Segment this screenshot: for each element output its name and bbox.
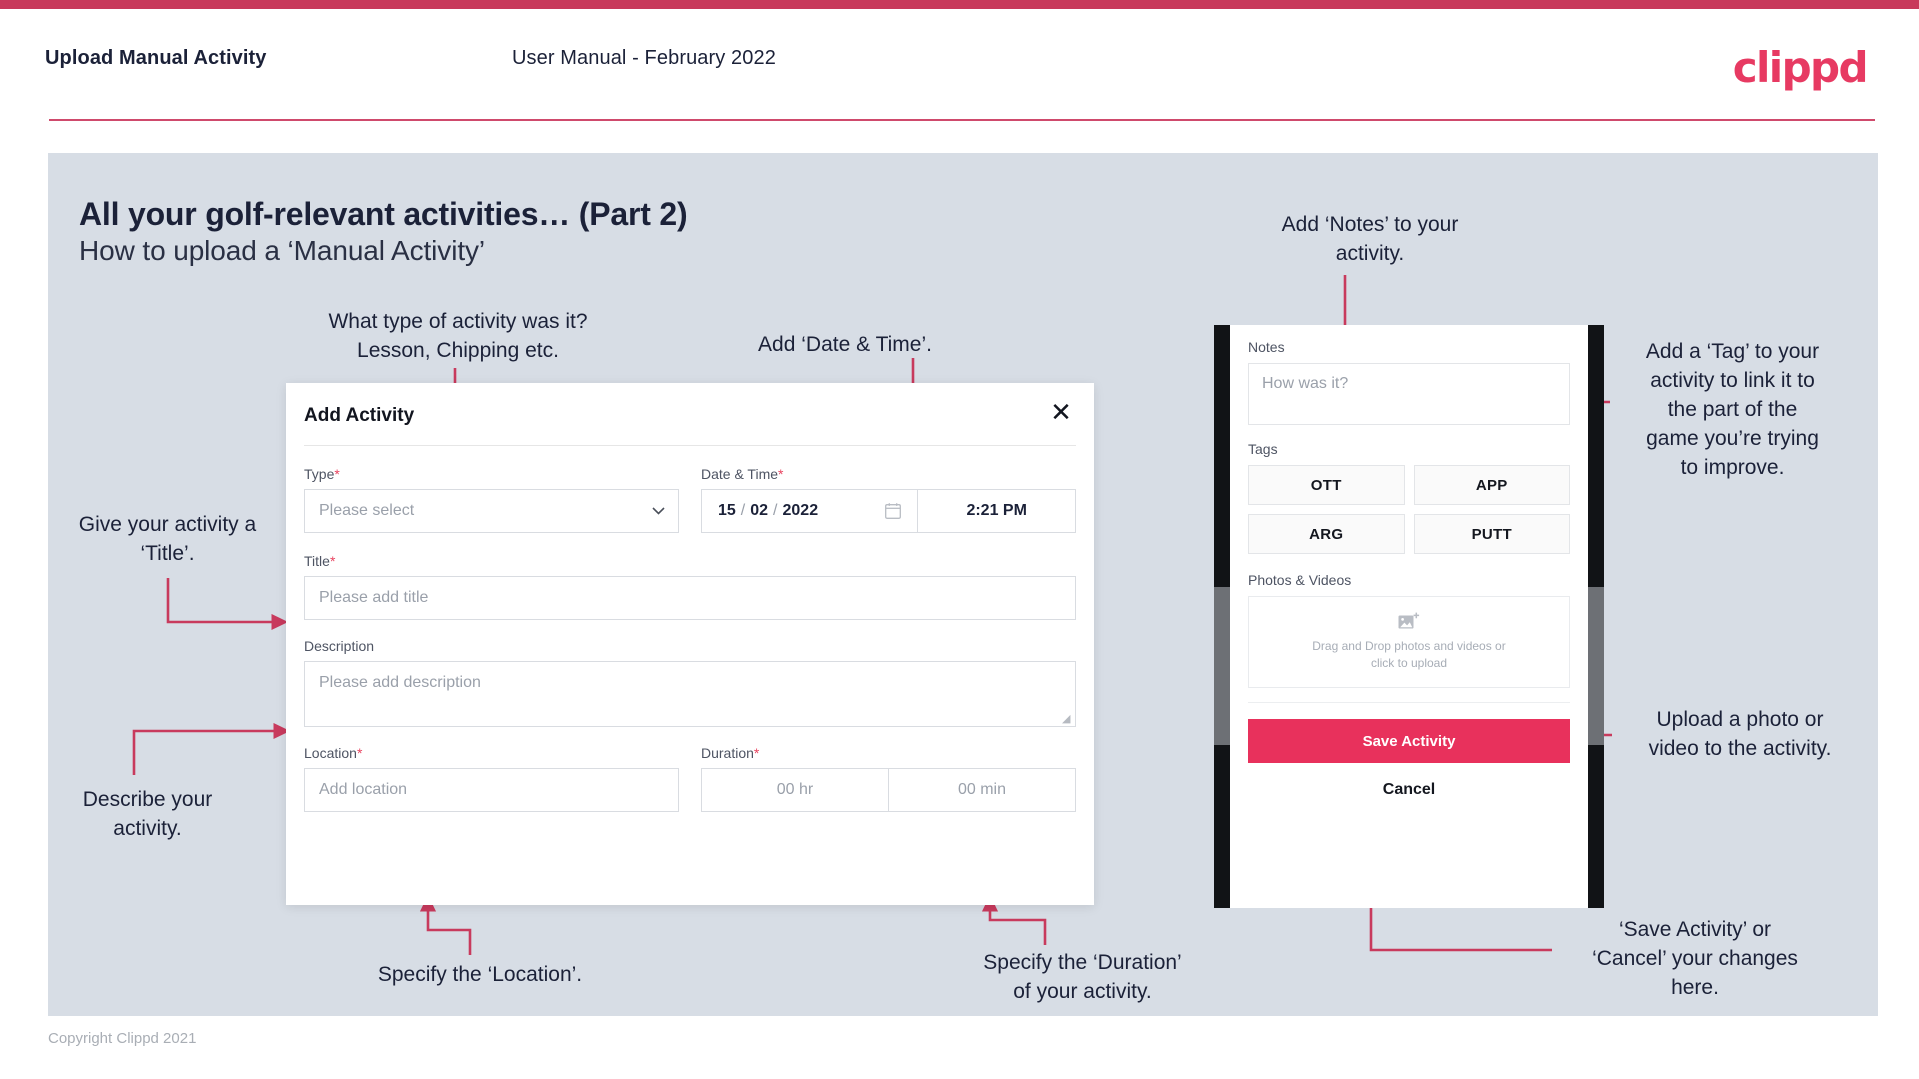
description-textarea[interactable]: Please add description ◢ [304,661,1076,727]
duration-field-group: Duration* 00 hr 00 min [701,745,1076,812]
duration-minutes-input[interactable]: 00 min [889,769,1075,811]
annotation-location-hint: Specify the ‘Location’. [377,963,583,986]
calendar-icon[interactable] [885,503,902,520]
tag-button-arg[interactable]: ARG [1248,514,1405,554]
tag-button-ott[interactable]: OTT [1248,465,1405,505]
photos-videos-label: Photos & Videos [1248,572,1352,588]
annotation-description-hint: Describe your activity. [82,788,213,840]
dropzone-text: Drag and Drop photos and videos or click… [1312,639,1506,670]
date-month: 02 [750,502,769,519]
photo-dropzone[interactable]: Drag and Drop photos and videos or click… [1248,596,1570,688]
chevron-down-icon [652,507,665,515]
duration-label-text: Duration [701,745,754,761]
location-label-text: Location [304,745,357,761]
location-input[interactable]: Add location [304,768,679,812]
annotation-tag-hint: Add a ‘Tag’ to your activity to link it t… [1645,340,1820,479]
activity-form: Type* Please select Date & Time* 15 / 02… [304,466,1076,812]
type-select-wrap: Please select [304,489,679,533]
page-title: Upload Manual Activity [45,47,267,69]
title-label: Title* [304,553,1076,569]
clippd-logo: clippd [1732,43,1869,92]
date-sep-1: / [740,502,746,519]
page-header: Upload Manual Activity User Manual - Feb… [0,9,1919,119]
type-select[interactable]: Please select [304,489,679,533]
location-required-asterisk: * [356,745,363,761]
phone-divider [1248,702,1570,703]
type-placeholder: Please select [319,502,415,519]
datetime-label-text: Date & Time [701,466,779,482]
tag-button-app[interactable]: APP [1413,465,1570,505]
datetime-label: Date & Time* [701,466,1076,482]
date-day: 15 [718,502,736,519]
slide-title: All your golf-relevant activities… (Part… [79,196,688,232]
dialog-header-divider [304,445,1076,446]
type-required-asterisk: * [334,466,340,482]
document-subtitle: User Manual - February 2022 [512,47,776,69]
annotation-datetime-hint: Add ‘Date & Time’. [758,333,932,356]
annotation-title-hint: Give your activity a ‘Title’. [78,513,257,565]
annotation-duration-hint: Specify the ‘Duration’ of your activity. [983,951,1182,1003]
datetime-field-group: Date & Time* 15 / 02 / 2022 2:21 PM [701,466,1076,533]
slide-subtitle: How to upload a ‘Manual Activity’ [79,235,486,266]
header-divider [49,119,1875,121]
cancel-button[interactable]: Cancel [1248,781,1570,799]
tag-button-putt[interactable]: PUTT [1413,514,1570,554]
title-label-text: Title [304,553,330,569]
duration-label: Duration* [701,745,1076,761]
location-label: Location* [304,745,679,761]
location-placeholder: Add location [319,781,408,798]
phone-screen: Notes How was it? Tags OTT APP ARG PUTT … [1230,325,1588,908]
duration-group: 00 hr 00 min [701,768,1076,812]
annotation-type-hint: What type of activity was it? Lesson, Chi… [328,310,588,362]
resize-grip-icon[interactable]: ◢ [1062,714,1072,725]
location-field-group: Location* Add location [304,745,679,812]
date-year: 2022 [782,502,819,519]
footer-copyright: Copyright Clippd 2021 [48,1030,197,1047]
title-required-asterisk: * [329,553,336,569]
type-field-group: Type* Please select [304,466,679,533]
description-field-group: Description Please add description ◢ [304,638,1076,727]
notes-textarea[interactable]: How was it? [1248,363,1570,425]
annotation-notes-hint: Add ‘Notes’ to your activity. [1281,213,1459,265]
form-row-type-datetime: Type* Please select Date & Time* 15 / 02… [304,466,1076,533]
title-input[interactable]: Please add title [304,576,1076,620]
close-icon[interactable]: ✕ [1046,397,1076,427]
tags-label: Tags [1248,441,1278,457]
top-accent-bar [0,0,1919,9]
dialog-header: Add Activity ✕ [286,383,1094,446]
description-label: Description [304,638,1076,654]
time-input[interactable]: 2:21 PM [918,490,1075,532]
tags-grid: OTT APP ARG PUTT [1248,465,1570,554]
form-row-location-duration: Location* Add location Duration* 00 hr 0… [304,745,1076,812]
type-label-text: Type [304,466,335,482]
dialog-title: Add Activity [304,405,415,426]
add-activity-dialog: Add Activity ✕ Type* Please select Date … [286,383,1094,905]
duration-required-asterisk: * [753,745,760,761]
description-placeholder: Please add description [319,674,481,691]
title-placeholder: Please add title [319,589,429,606]
phone-power-button [1588,587,1604,745]
datetime-group: 15 / 02 / 2022 2:21 PM [701,489,1076,533]
save-activity-button[interactable]: Save Activity [1248,719,1570,763]
notes-placeholder: How was it? [1262,375,1349,392]
datetime-required-asterisk: * [778,466,784,482]
date-input[interactable]: 15 / 02 / 2022 [702,490,917,532]
type-label: Type* [304,466,679,482]
phone-volume-buttons [1214,587,1230,745]
add-image-icon [1398,612,1420,629]
date-sep-2: / [773,502,778,519]
annotation-upload-hint: Upload a photo or video to the activity. [1648,708,1832,760]
annotation-save-hint: ‘Save Activity’ or ‘Cancel’ your changes h… [1592,918,1798,999]
notes-label: Notes [1248,339,1285,355]
phone-mockup: Notes How was it? Tags OTT APP ARG PUTT … [1214,325,1604,908]
duration-hours-input[interactable]: 00 hr [702,769,888,811]
description-label-text: Description [304,638,375,654]
title-field-group: Title* Please add title [304,553,1076,620]
